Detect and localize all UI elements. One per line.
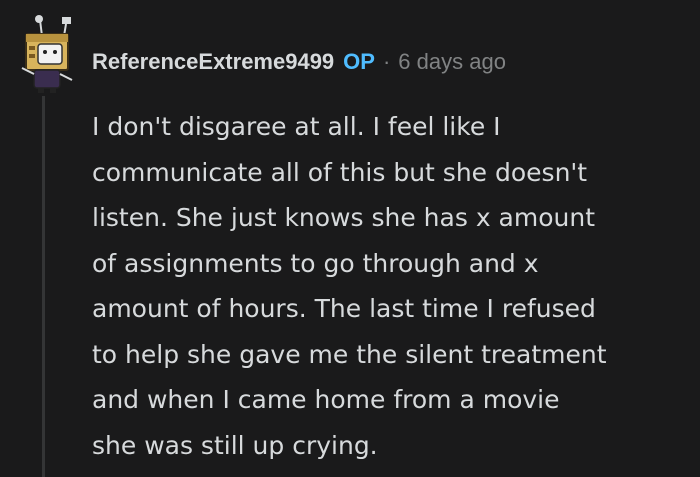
comment-meta: ReferenceExtreme9499 OP · 6 days ago <box>92 44 506 80</box>
comment-body-line: communicate all of this but she doesn't <box>92 157 588 187</box>
comment-body-line: of assignments to go through and x <box>92 248 539 278</box>
avatar-icon[interactable] <box>12 14 80 94</box>
comment: ReferenceExtreme9499 OP · 6 days ago I d… <box>0 0 700 477</box>
comment-body-line: to help she gave me the silent treatment <box>92 339 607 369</box>
comment-body-line: and when I came home from a movie <box>92 385 560 414</box>
comment-body-line: she was still up crying. <box>92 430 378 460</box>
comment-body-line: listen. She just knows she has x amount <box>92 203 596 232</box>
comment-body-line: I don't disgaree at all. I feel like I <box>92 112 501 141</box>
op-badge: OP <box>343 49 375 74</box>
comment-body-line: amount of hours. The last time I refused <box>92 294 596 323</box>
comment-timestamp[interactable]: 6 days ago <box>398 49 506 75</box>
thread-line[interactable] <box>42 96 45 477</box>
comment-body: I don't disgaree at all. I feel like I c… <box>92 104 692 468</box>
meta-separator: · <box>382 49 391 74</box>
author-username[interactable]: ReferenceExtreme9499 <box>92 49 334 75</box>
